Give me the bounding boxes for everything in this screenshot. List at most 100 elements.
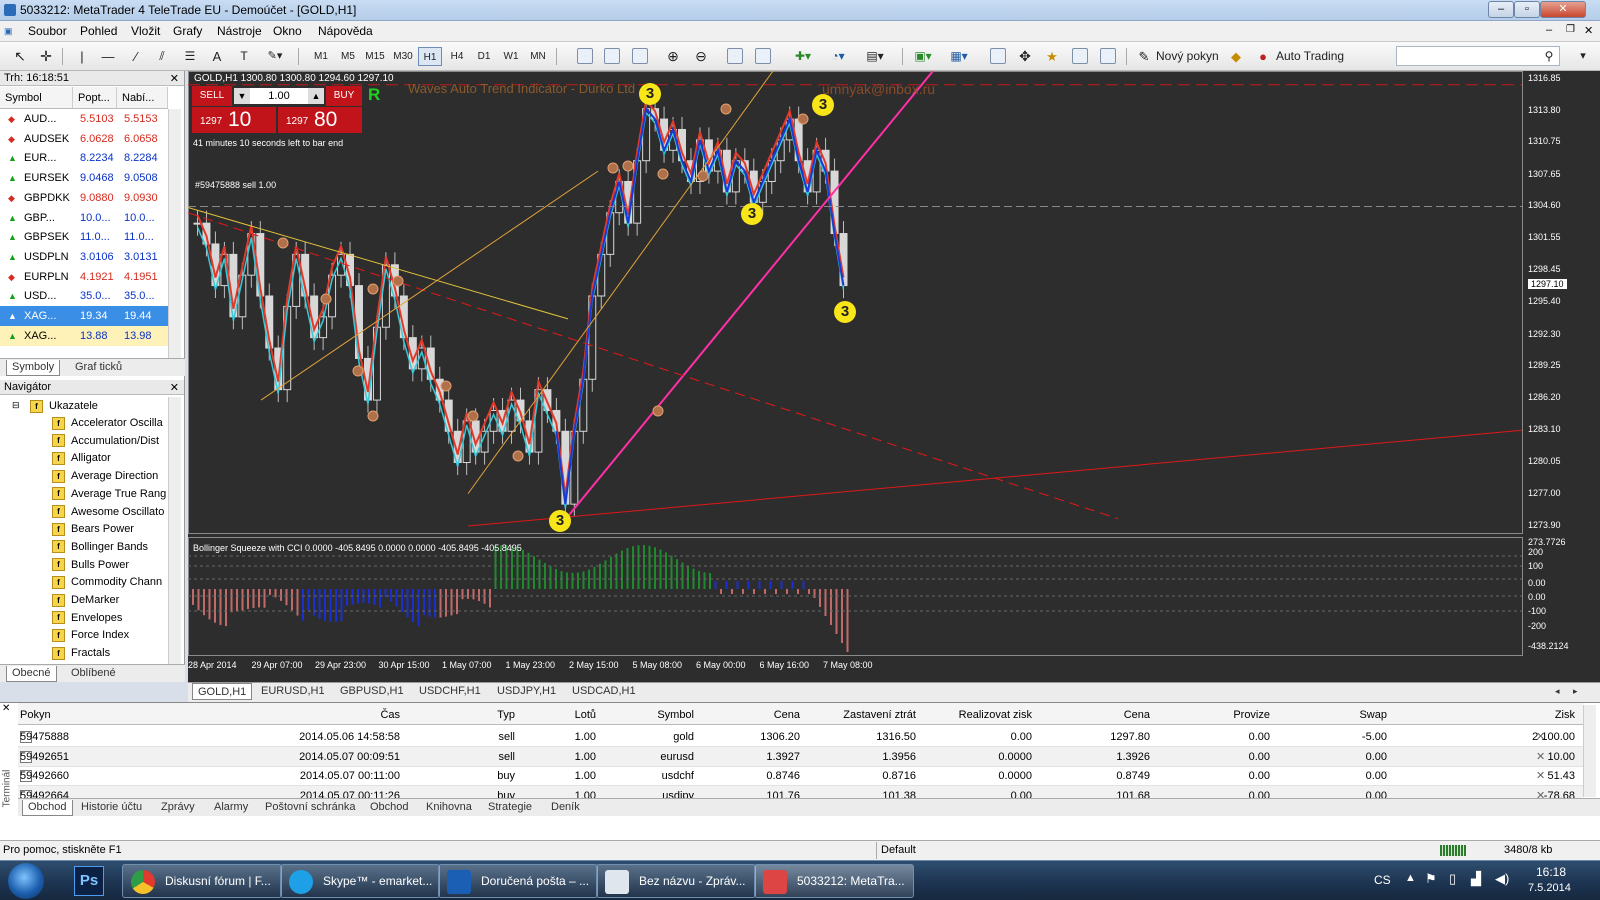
price-chart[interactable] [188,71,1600,682]
terminal-column-header[interactable]: Zisk [1390,706,1575,724]
navigator-item[interactable]: f Accumulation/Dist [52,432,172,450]
market-row[interactable]: ▲ GBPSEK 11.0... 11.0... [0,227,168,247]
navigator-scrollbar[interactable] [168,397,181,665]
terminal-close-icon[interactable]: ✕ [2,703,10,714]
timeframe-h4[interactable]: H4 [446,47,468,66]
terminal-column-header[interactable]: Zastavení ztrát [808,706,916,724]
status-profile[interactable]: Default [881,844,916,856]
taskbar-item-message[interactable]: Bez názvu - Zpráv... [596,864,756,898]
column-symbol[interactable]: Symbol [0,87,73,109]
channel-icon[interactable]: ⫽ [152,47,172,66]
timeframe-m15[interactable]: M15 [362,47,388,66]
navigator-item[interactable]: f Fractals [52,644,172,662]
navigator-item[interactable]: f DeMarker [52,591,172,609]
mdi-minimize[interactable]: – [1546,24,1552,36]
zoom-out-icon[interactable]: ⊖ [692,47,710,66]
bid-price-box[interactable]: 1297 10 [192,107,276,133]
tab-account-history[interactable]: Historie účtu [76,800,147,816]
tab-journal[interactable]: Deník [546,800,585,816]
taskbar-item-skype[interactable]: Skype™ - emarket... [280,864,440,898]
chart-menu-icon[interactable]: ▣ [4,26,13,37]
terminal-column-header[interactable]: Symbol [600,706,694,724]
connection-status-icon[interactable] [1440,845,1466,856]
market-scrollbar[interactable] [168,109,181,359]
navigator-icon[interactable]: ✥ [1016,47,1034,66]
tester-icon[interactable] [1100,48,1116,64]
close-icon[interactable]: ✕ [170,381,179,395]
timeframe-m1[interactable]: M1 [310,47,332,66]
indicators-dropdown-icon[interactable]: ✚▾ [790,47,816,66]
chart-tab-eurusd[interactable]: EURUSD,H1 [256,684,330,700]
trendline-icon[interactable]: ⁄ [128,47,144,66]
market-row[interactable]: ◆ EURPLN 4.1921 4.1951 [0,267,168,287]
metaeditor-icon[interactable]: ◆ [1228,47,1244,66]
terminal-column-header[interactable]: Swap [1272,706,1387,724]
close-order-icon[interactable]: ✕ [1536,747,1545,767]
column-ask[interactable]: Nabí... [117,87,168,109]
sell-button[interactable]: SELL [192,86,232,106]
zoom-in-icon[interactable]: ⊕ [664,47,682,66]
terminal-column-header[interactable]: Cena [700,706,800,724]
terminal-scrollbar[interactable] [1583,705,1596,797]
navigator-root-indicators[interactable]: f Ukazatele [30,397,98,415]
auto-scroll-icon[interactable] [727,48,743,64]
clock-date[interactable]: 7.5.2014 [1528,882,1571,894]
menu-help[interactable]: Nápověda [318,24,373,38]
navigator-item[interactable]: f Bulls Power [52,556,172,574]
market-row[interactable]: ▲ USD... 35.0... 35.0... [0,286,168,306]
navigator-item[interactable]: f Commodity Chann [52,573,172,591]
market-row[interactable]: ◆ AUDSEK 6.0628 6.0658 [0,129,168,149]
start-button[interactable] [8,863,44,899]
menu-charts[interactable]: Grafy [173,24,202,38]
tabs-left-icon[interactable]: ◂ [1550,684,1565,700]
taskbar-item-metatrader[interactable]: 5033212: MetaTra... [754,864,914,898]
menu-file[interactable]: Soubor [28,24,67,38]
timeframe-m30[interactable]: M30 [390,47,416,66]
menu-tools[interactable]: Nástroje [217,24,262,38]
navigator-item[interactable]: f Envelopes [52,609,172,627]
text-icon[interactable]: A [210,47,224,66]
market-row[interactable]: ▲ USDPLN 3.0106 3.0131 [0,247,168,267]
tab-symbols[interactable]: Symboly [6,360,61,376]
profiles-icon[interactable]: ▦▾ [946,47,972,66]
network-icon[interactable]: ▟ [1471,871,1481,887]
chart-tab-gbpusd[interactable]: GBPUSD,H1 [335,684,409,700]
timeframe-w1[interactable]: W1 [500,47,522,66]
navigator-item[interactable]: f Accelerator Oscilla [52,414,172,432]
cursor-icon[interactable]: ↖ [12,47,28,66]
tab-code-base[interactable]: Knihovna [421,800,477,816]
timeframe-h1[interactable]: H1 [418,47,442,66]
vertical-line-icon[interactable]: | [76,47,88,66]
mdi-close[interactable]: ✕ [1584,24,1593,37]
minimize-button[interactable]: – [1488,1,1514,18]
fibonacci-icon[interactable]: ☰ [182,47,198,66]
tab-signals[interactable]: Strategie [483,800,537,816]
terminal-column-header[interactable]: Pokyn [20,706,90,724]
tabs-right-icon[interactable]: ▸ [1568,684,1583,700]
line-chart-icon[interactable] [632,48,648,64]
chart-tab-gold[interactable]: GOLD,H1 [192,683,253,700]
volume-icon[interactable]: ◀) [1495,871,1509,887]
navigator-item[interactable]: f Bears Power [52,520,172,538]
close-button[interactable]: ✕ [1540,1,1586,18]
flag-icon[interactable]: ⚑ [1425,871,1437,887]
menu-window[interactable]: Okno [273,24,302,38]
tab-news[interactable]: Zprávy [156,800,200,816]
chart-tab-usdcad[interactable]: USDCAD,H1 [567,684,641,700]
tab-tick-chart[interactable]: Graf ticků [70,360,127,376]
market-row[interactable]: ▲ XAG... 13.88 13.98 [0,325,168,346]
bar-chart-icon[interactable] [577,48,593,64]
tab-common[interactable]: Obecné [6,666,57,682]
ask-price-box[interactable]: 1297 80 [278,107,362,133]
terminal-icon[interactable] [1072,48,1088,64]
new-chart-icon[interactable]: ▣▾ [910,47,936,66]
close-order-icon[interactable]: ✕ [1536,766,1545,786]
tab-market[interactable]: Obchod [365,800,414,816]
terminal-column-header[interactable]: Typ [430,706,515,724]
order-row[interactable]: 59492651 2014.05.07 00:09:51 sell 1.00 eurus… [18,746,1583,767]
text-label-icon[interactable]: T [236,47,252,66]
chart-tab-usdchf[interactable]: USDCHF,H1 [414,684,486,700]
toolbar-options-icon[interactable]: ▾ [1576,47,1590,66]
new-order-button[interactable]: Nový pokyn [1156,47,1219,66]
navigator-item[interactable]: f Average True Rang [52,485,172,503]
